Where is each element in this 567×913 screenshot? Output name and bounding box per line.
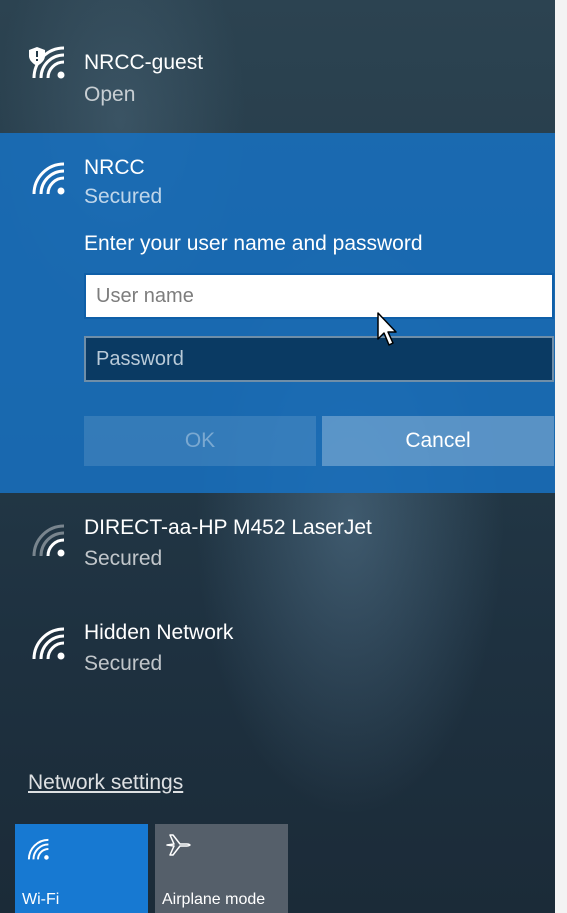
- network-settings-link[interactable]: Network settings: [28, 771, 183, 795]
- wifi-icon: [32, 627, 65, 660]
- credentials-prompt: Enter your user name and password: [84, 232, 423, 255]
- airplane-mode-tile[interactable]: Airplane mode: [155, 824, 288, 913]
- airplane-icon: [166, 834, 191, 856]
- tile-label: Wi-Fi: [22, 891, 60, 908]
- network-status: Secured: [84, 547, 163, 570]
- wifi-shield-icon: [29, 46, 65, 79]
- username-input[interactable]: [84, 273, 554, 319]
- network-item-nrcc-guest[interactable]: NRCC-guest Open: [0, 30, 555, 120]
- network-status: Secured: [84, 652, 163, 675]
- network-item-direct-hp[interactable]: DIRECT-aa-HP M452 LaserJet Secured: [0, 500, 555, 590]
- wifi-toggle-tile[interactable]: Wi-Fi: [15, 824, 148, 913]
- tile-label: Airplane mode: [162, 891, 266, 908]
- network-item-hidden-network[interactable]: Hidden Network Secured: [0, 605, 555, 695]
- password-input[interactable]: [84, 336, 554, 382]
- wifi-weak-icon: [32, 524, 65, 557]
- network-name: DIRECT-aa-HP M452 LaserJet: [84, 516, 372, 539]
- network-name: Hidden Network: [84, 621, 234, 644]
- network-name: NRCC-guest: [84, 51, 204, 74]
- cancel-button[interactable]: Cancel: [322, 416, 554, 466]
- network-name: NRCC: [84, 156, 145, 179]
- ok-button[interactable]: OK: [84, 416, 316, 466]
- panel-edge: [555, 0, 567, 913]
- mouse-cursor-icon: [377, 312, 397, 346]
- wifi-icon: [27, 838, 49, 860]
- network-status: Open: [84, 83, 136, 106]
- network-status: Secured: [84, 185, 163, 208]
- wifi-icon: [32, 162, 65, 195]
